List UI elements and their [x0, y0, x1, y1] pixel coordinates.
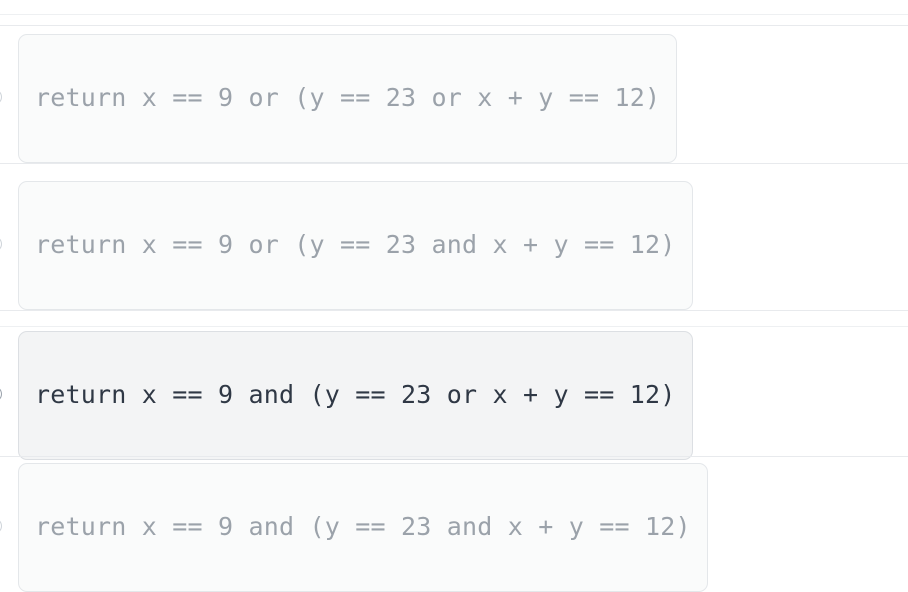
separator-top-outer [0, 14, 908, 15]
radio-wrap-b [0, 234, 4, 256]
code-box-c[interactable]: return x == 9 and (y == 23 or x + y == 1… [18, 330, 693, 460]
option-code-b: return x == 9 or (y == 23 and x + y == 1… [35, 229, 676, 259]
radio-button-icon-a[interactable] [0, 89, 2, 105]
multiple-choice-option-list: return x == 9 or (y == 23 or x + y == 12… [0, 0, 908, 592]
option-code-a: return x == 9 or (y == 23 or x + y == 12… [35, 82, 661, 112]
radio-button-icon-c[interactable] [0, 386, 2, 402]
radio-button-icon-b[interactable] [0, 236, 2, 252]
separator-top-inner [0, 25, 908, 26]
radio-wrap-a [0, 87, 4, 109]
separator-b-c-inner [0, 326, 908, 327]
radio-wrap-d [0, 516, 4, 538]
radio-wrap-c [0, 384, 4, 406]
option-row-b[interactable]: return x == 9 or (y == 23 and x + y == 1… [0, 180, 908, 310]
option-code-c: return x == 9 and (y == 23 or x + y == 1… [35, 379, 676, 409]
option-code-d: return x == 9 and (y == 23 and x + y == … [35, 511, 691, 541]
separator-c-d [0, 456, 908, 457]
option-row-c[interactable]: return x == 9 and (y == 23 or x + y == 1… [0, 330, 908, 460]
code-box-a[interactable]: return x == 9 or (y == 23 or x + y == 12… [18, 33, 678, 163]
radio-button-icon-d[interactable] [0, 518, 2, 534]
option-row-a[interactable]: return x == 9 or (y == 23 or x + y == 12… [0, 33, 908, 163]
separator-a-b [0, 163, 908, 164]
option-row-d[interactable]: return x == 9 and (y == 23 and x + y == … [0, 462, 908, 592]
code-box-d[interactable]: return x == 9 and (y == 23 and x + y == … [18, 462, 708, 592]
separator-b-c-outer [0, 310, 908, 311]
code-box-b[interactable]: return x == 9 or (y == 23 and x + y == 1… [18, 180, 693, 310]
